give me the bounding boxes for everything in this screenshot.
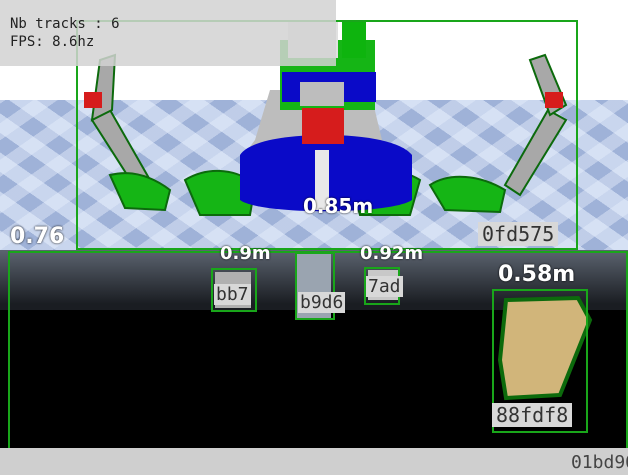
distance-label: 0.58m [498,262,576,287]
tracks-count: Nb tracks : 6 [10,16,120,32]
track-id-label: 88fdf8 [492,403,573,427]
distance-label: 0.9m [220,243,271,264]
track-id-label: 0fd575 [478,222,559,246]
track-id-label: b9d6 [298,292,346,313]
track-id-label: 01bd90 [570,452,628,473]
info-panel: Nb tracks : 6 FPS: 8.6hz [0,0,336,66]
distance-label: 0.92m [360,243,424,264]
track-id-label: bb7 [214,284,251,305]
fps-readout: FPS: 8.6hz [10,34,95,50]
camera-view: 0.85m 0.76 0.9m 0.92m 0.58m 0fd575 bb7 b… [0,0,628,475]
track-id-label: 7ad [366,276,403,297]
bottom-track-bar [0,448,628,475]
distance-label: 0.85m [303,194,374,218]
distance-label: 0.76 [10,224,65,249]
